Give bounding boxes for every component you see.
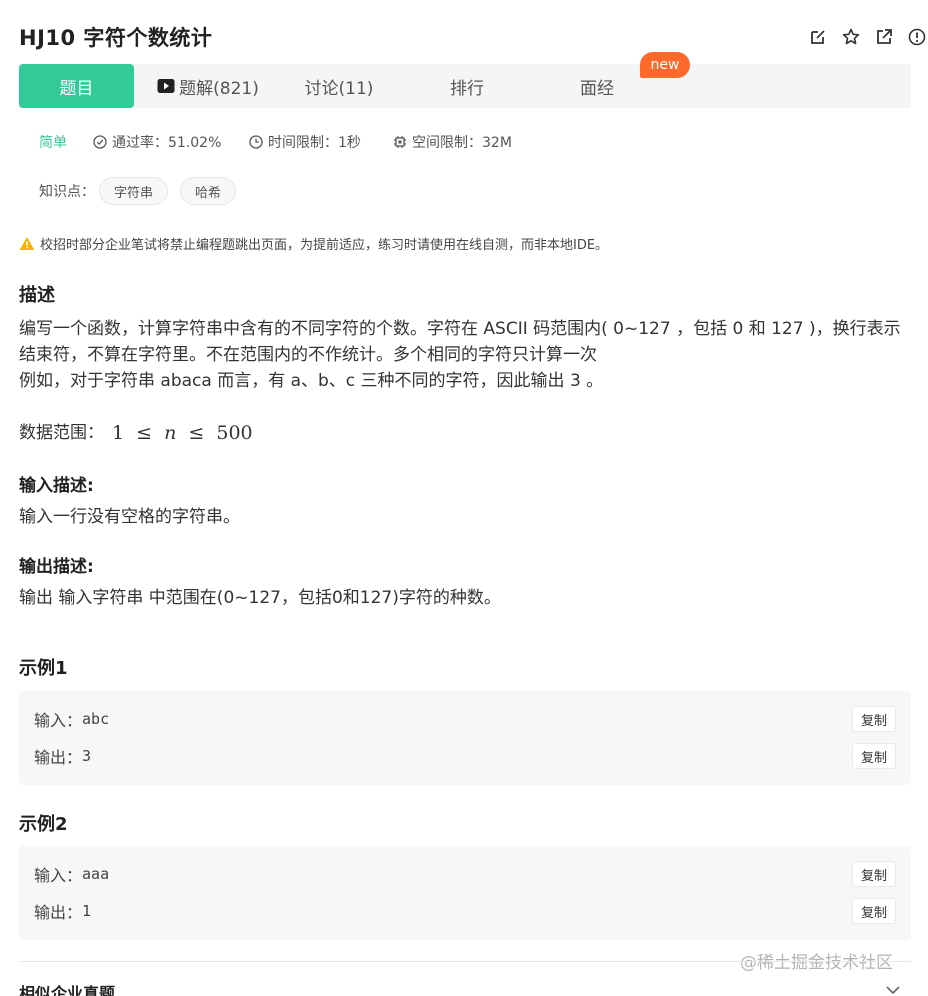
input-value: aaa [82,865,110,883]
external-link-icon[interactable] [873,26,895,48]
divider [19,961,911,962]
range-high: 500 [216,422,253,444]
tab-discussion[interactable]: 讨论(11) [291,64,387,108]
tab-label: 排行 [450,78,484,99]
tab-label: 题目 [59,78,94,99]
difficulty-label: 简单 [39,135,67,151]
copy-button[interactable]: 复制 [852,861,896,887]
data-range-label: 数据范围： [19,423,104,443]
output-desc-text: 输出 输入字符串 中范围在(0~127，包括0和127)字符的种数。 [19,588,501,608]
new-badge: new [640,52,690,78]
description-line: 结束符，不算在字符里。不在范围内的不作统计。多个相同的字符只计算一次 [19,345,597,365]
time-limit: 时间限制：1秒 [249,132,361,152]
output-value: 3 [82,747,92,765]
description-line: 例如，对于字符串 abaca 而言，有 a、b、c 三种不同的字符，因此输出 3… [19,371,604,391]
example-output: 输出： 3 [34,745,91,767]
video-icon [157,78,175,94]
range-variable: n [164,422,177,444]
clock-icon [249,135,263,149]
pass-rate: 通过率：51.02% [93,132,221,152]
similar-questions-title[interactable]: 相似企业真题 [19,980,115,996]
header: HJ10 字符个数统计 [0,0,928,64]
copy-button[interactable]: 复制 [852,706,896,732]
example-output: 输出： 1 [34,900,91,922]
warning-text: 校招时部分企业笔试将禁止编程题跳出页面，为提前适应，练习时请使用在线自测，而非本… [40,238,609,253]
example-input: 输入： abc [34,708,109,730]
time-limit-text: 时间限制：1秒 [268,135,361,151]
check-circle-icon [93,135,107,149]
knowledge-label: 知识点： [39,184,95,200]
info-icon[interactable] [906,26,928,48]
page-title: HJ10 字符个数统计 [19,26,213,50]
input-desc-text: 输入一行没有空格的字符串。 [19,507,240,527]
tab-label: 题解(821) [179,78,259,99]
tab-label: 讨论(11) [304,78,374,99]
tab-ranking[interactable]: 排行 [429,64,505,108]
copy-button[interactable]: 复制 [852,743,896,769]
edit-icon[interactable] [807,26,829,48]
data-range: 数据范围： 1 ≤ n ≤ 500 [19,420,911,446]
input-value: abc [82,710,110,728]
range-low: 1 [112,422,125,444]
description-text: 编写一个函数，计算字符串中含有的不同字符的个数。字符在 ASCII 码范围内( … [19,316,911,394]
data-range-formula: 1 ≤ n ≤ 500 [112,422,253,444]
copy-button[interactable]: 复制 [852,898,896,924]
warning-icon [19,236,35,251]
description-heading: 描述 [19,285,55,306]
tab-problem[interactable]: 题目 [19,64,134,108]
tab-bar: 题目 题解(821) 讨论(11) 排行 面经 new [19,52,911,108]
tab-solutions[interactable]: 题解(821) [153,64,263,108]
space-limit: 空间限制：32M [393,132,512,152]
description-line: 编写一个函数，计算字符串中含有的不同字符的个数。字符在 ASCII 码范围内( … [19,319,901,339]
output-value: 1 [82,902,92,920]
example-heading: 示例2 [19,814,68,835]
tag-chip[interactable]: 字符串 [99,177,169,205]
tab-interview[interactable]: 面经 [559,64,635,108]
example-heading: 示例1 [19,658,68,679]
star-icon[interactable] [840,26,862,48]
output-label: 输出： [34,748,83,767]
example-box: 输入： aaa 复制 输出： 1 复制 [19,846,911,940]
example-box: 输入： abc 复制 输出： 3 复制 [19,691,911,785]
warning-notice: 校招时部分企业笔试将禁止编程题跳出页面，为提前适应，练习时请使用在线自测，而非本… [19,234,608,253]
output-desc-heading: 输出描述: [19,557,94,577]
input-label: 输入： [34,711,83,730]
space-limit-text: 空间限制：32M [412,135,512,151]
input-label: 输入： [34,866,83,885]
pass-rate-text: 通过率：51.02% [112,135,222,151]
tab-label: 面经 [580,78,614,99]
output-label: 输出： [34,903,83,922]
chevron-down-icon[interactable] [883,982,903,996]
input-desc-heading: 输入描述: [19,476,94,496]
tag-chip[interactable]: 哈希 [180,177,237,205]
example-input: 输入： aaa [34,863,109,885]
chip-icon [393,135,407,149]
